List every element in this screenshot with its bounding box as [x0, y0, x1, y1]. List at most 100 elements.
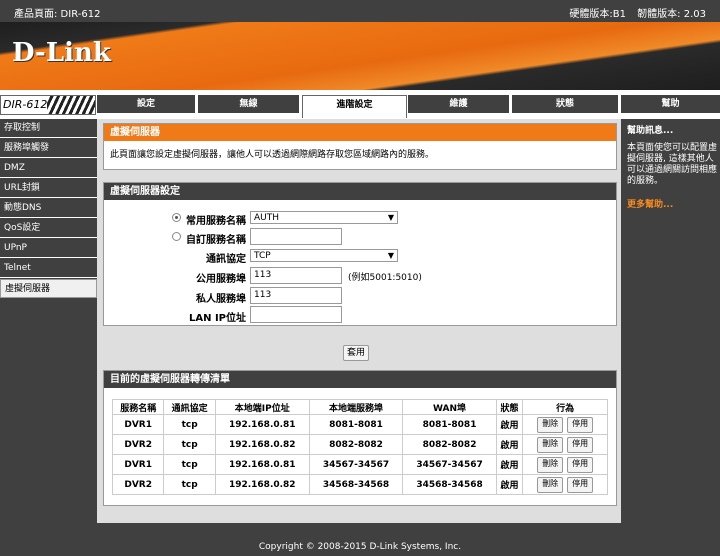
intro-text: 此頁面讓您設定虛擬伺服器，讓他人可以透過網際網路存取您區域網路內的服務。 — [110, 150, 435, 160]
cell-local-port: 34568-34568 — [308, 474, 404, 495]
forward-list-title: 目前的虛擬伺服器轉傳清單 — [104, 371, 616, 388]
cell-status: 啟用 — [495, 454, 524, 475]
cell-service: DVR2 — [111, 434, 165, 455]
custom-service-input[interactable] — [250, 228, 342, 245]
main-navigation: DIR-612 設定 無線 進階設定 維護 狀態 幫助 — [0, 94, 720, 118]
public-port-hint: (例如5001:5010) — [348, 273, 422, 283]
header-status: 狀態 — [495, 399, 524, 415]
cell-local-ip: 192.168.0.81 — [214, 454, 310, 475]
forward-list-section: 目前的虛擬伺服器轉傳清單 服務名稱 通訊協定 本地端IP位址 本地端服務埠 WA… — [103, 370, 617, 506]
cell-actions: 刪除 停用 — [522, 454, 608, 475]
disable-button[interactable]: 停用 — [567, 436, 594, 453]
hardware-version: 硬體版本:B1 — [569, 9, 626, 20]
custom-service-label: 自訂服務名稱 — [186, 235, 246, 246]
model-stripes — [47, 96, 95, 114]
cell-local-ip: 192.168.0.81 — [214, 414, 310, 435]
private-port-label: 私人服務埠 — [196, 294, 246, 305]
footer: Copyright © 2008-2015 D-Link Systems, In… — [0, 523, 720, 556]
settings-title: 虛擬伺服器設定 — [104, 183, 616, 200]
firmware-version: 韌體版本: 2.03 — [637, 9, 706, 20]
table-header-row: 服務名稱 通訊協定 本地端IP位址 本地端服務埠 WAN埠 狀態 行為 — [111, 399, 608, 415]
disable-button[interactable]: 停用 — [567, 476, 594, 493]
model-badge: DIR-612 — [0, 95, 96, 115]
cell-wan-port: 8081-8081 — [402, 414, 497, 435]
chevron-down-icon: ▼ — [387, 213, 394, 222]
sidebar-item-port-trigger[interactable]: 服務埠觸發 — [0, 139, 97, 158]
sidebar-item-qos[interactable]: QoS設定 — [0, 219, 97, 238]
cell-wan-port: 8082-8082 — [402, 434, 497, 455]
copyright-text: Copyright © 2008-2015 D-Link Systems, In… — [258, 542, 462, 552]
cell-protocol: tcp — [163, 414, 216, 435]
common-service-value: AUTH — [254, 213, 280, 223]
common-service-select[interactable]: AUTH ▼ — [250, 211, 398, 224]
help-title: 幫助訊息... — [627, 126, 674, 136]
table-row: DVR2 tcp 192.168.0.82 8082-8082 8082-808… — [111, 434, 608, 455]
header-local-port: 本地端服務埠 — [308, 399, 404, 415]
header-protocol: 通訊協定 — [163, 399, 216, 415]
model-name: DIR-612 — [3, 98, 48, 111]
private-port-input[interactable]: 113 — [250, 287, 342, 304]
sidebar-item-access-control[interactable]: 存取控制 — [0, 119, 97, 138]
cell-local-ip: 192.168.0.82 — [214, 434, 310, 455]
cell-protocol: tcp — [163, 474, 216, 495]
version-info: 硬體版本:B1 韌體版本: 2.03 — [561, 5, 706, 20]
header-local-ip: 本地端IP位址 — [214, 399, 310, 415]
delete-button[interactable]: 刪除 — [537, 436, 564, 453]
protocol-select[interactable]: TCP ▼ — [250, 249, 398, 262]
cell-protocol: tcp — [163, 434, 216, 455]
disable-button[interactable]: 停用 — [567, 456, 594, 473]
cell-local-port: 8082-8082 — [308, 434, 404, 455]
tab-advanced[interactable]: 進階設定 — [302, 95, 407, 118]
header-wan-port: WAN埠 — [402, 399, 497, 415]
product-page-label: 產品頁面: DIR-612 — [14, 9, 101, 20]
table-row: DVR2 tcp 192.168.0.82 34568-34568 34568-… — [111, 474, 608, 495]
more-help-link[interactable]: 更多幫助... — [627, 197, 673, 210]
cell-local-port: 34567-34567 — [308, 454, 404, 475]
protocol-value: TCP — [254, 251, 271, 261]
delete-button[interactable]: 刪除 — [537, 456, 564, 473]
cell-status: 啟用 — [495, 414, 524, 435]
cell-local-port: 8081-8081 — [308, 414, 404, 435]
cell-service: DVR1 — [111, 454, 165, 475]
sidebar: 存取控制 服務埠觸發 DMZ URL封鎖 動態DNS QoS設定 UPnP Te… — [0, 119, 97, 523]
settings-section: 虛擬伺服器設定 常用服務名稱 AUTH ▼ 自訂服務名稱 通訊協定 TCP ▼ 公用… — [103, 182, 617, 326]
cell-actions: 刪除 停用 — [522, 474, 608, 495]
sidebar-item-telnet[interactable]: Telnet — [0, 259, 97, 278]
intro-title: 虛擬伺服器 — [104, 124, 616, 141]
cell-status: 啟用 — [495, 434, 524, 455]
disable-button[interactable]: 停用 — [567, 416, 594, 433]
top-info-bar: 產品頁面: DIR-612 硬體版本:B1 韌體版本: 2.03 — [0, 0, 720, 22]
lan-ip-label: LAN IP位址 — [188, 313, 246, 324]
public-port-input[interactable]: 113 — [250, 267, 342, 284]
dlink-logo: D-Link — [12, 38, 111, 68]
sidebar-item-ddns[interactable]: 動態DNS — [0, 199, 97, 218]
main-content: 虛擬伺服器 此頁面讓您設定虛擬伺服器，讓他人可以透過網際網路存取您區域網路內的服… — [97, 119, 621, 523]
cell-actions: 刪除 停用 — [522, 434, 608, 455]
tab-wireless[interactable]: 無線 — [198, 95, 299, 113]
tab-help[interactable]: 幫助 — [621, 95, 720, 113]
tab-setup[interactable]: 設定 — [97, 95, 195, 113]
table-row: DVR1 tcp 192.168.0.81 34567-34567 34567-… — [111, 454, 608, 475]
cell-service: DVR1 — [111, 414, 165, 435]
help-panel: 幫助訊息... 本頁面使您可以配置虛擬伺服器, 這樣其他人可以通過網關訪問相應的… — [621, 119, 720, 523]
header-service-name: 服務名稱 — [111, 399, 165, 415]
help-text: 本頁面使您可以配置虛擬伺服器, 這樣其他人可以通過網關訪問相應的服務。 — [627, 143, 718, 186]
cell-wan-port: 34567-34567 — [402, 454, 497, 475]
chevron-down-icon: ▼ — [387, 251, 394, 260]
sidebar-item-virtual-server[interactable]: 虛擬伺服器 — [0, 279, 97, 298]
cell-local-ip: 192.168.0.82 — [214, 474, 310, 495]
tab-status[interactable]: 狀態 — [512, 95, 618, 113]
lan-ip-input[interactable] — [250, 306, 342, 323]
apply-button[interactable]: 套用 — [343, 345, 369, 361]
delete-button[interactable]: 刪除 — [537, 416, 564, 433]
brand-banner: D-Link — [0, 22, 720, 90]
sidebar-item-upnp[interactable]: UPnP — [0, 239, 97, 258]
sidebar-item-url-block[interactable]: URL封鎖 — [0, 179, 97, 198]
cell-protocol: tcp — [163, 454, 216, 475]
cell-actions: 刪除 停用 — [522, 414, 608, 435]
sidebar-item-dmz[interactable]: DMZ — [0, 159, 97, 178]
cell-status: 啟用 — [495, 474, 524, 495]
tab-maintenance[interactable]: 維護 — [408, 95, 509, 113]
delete-button[interactable]: 刪除 — [537, 476, 564, 493]
public-port-label: 公用服務埠 — [196, 274, 246, 285]
